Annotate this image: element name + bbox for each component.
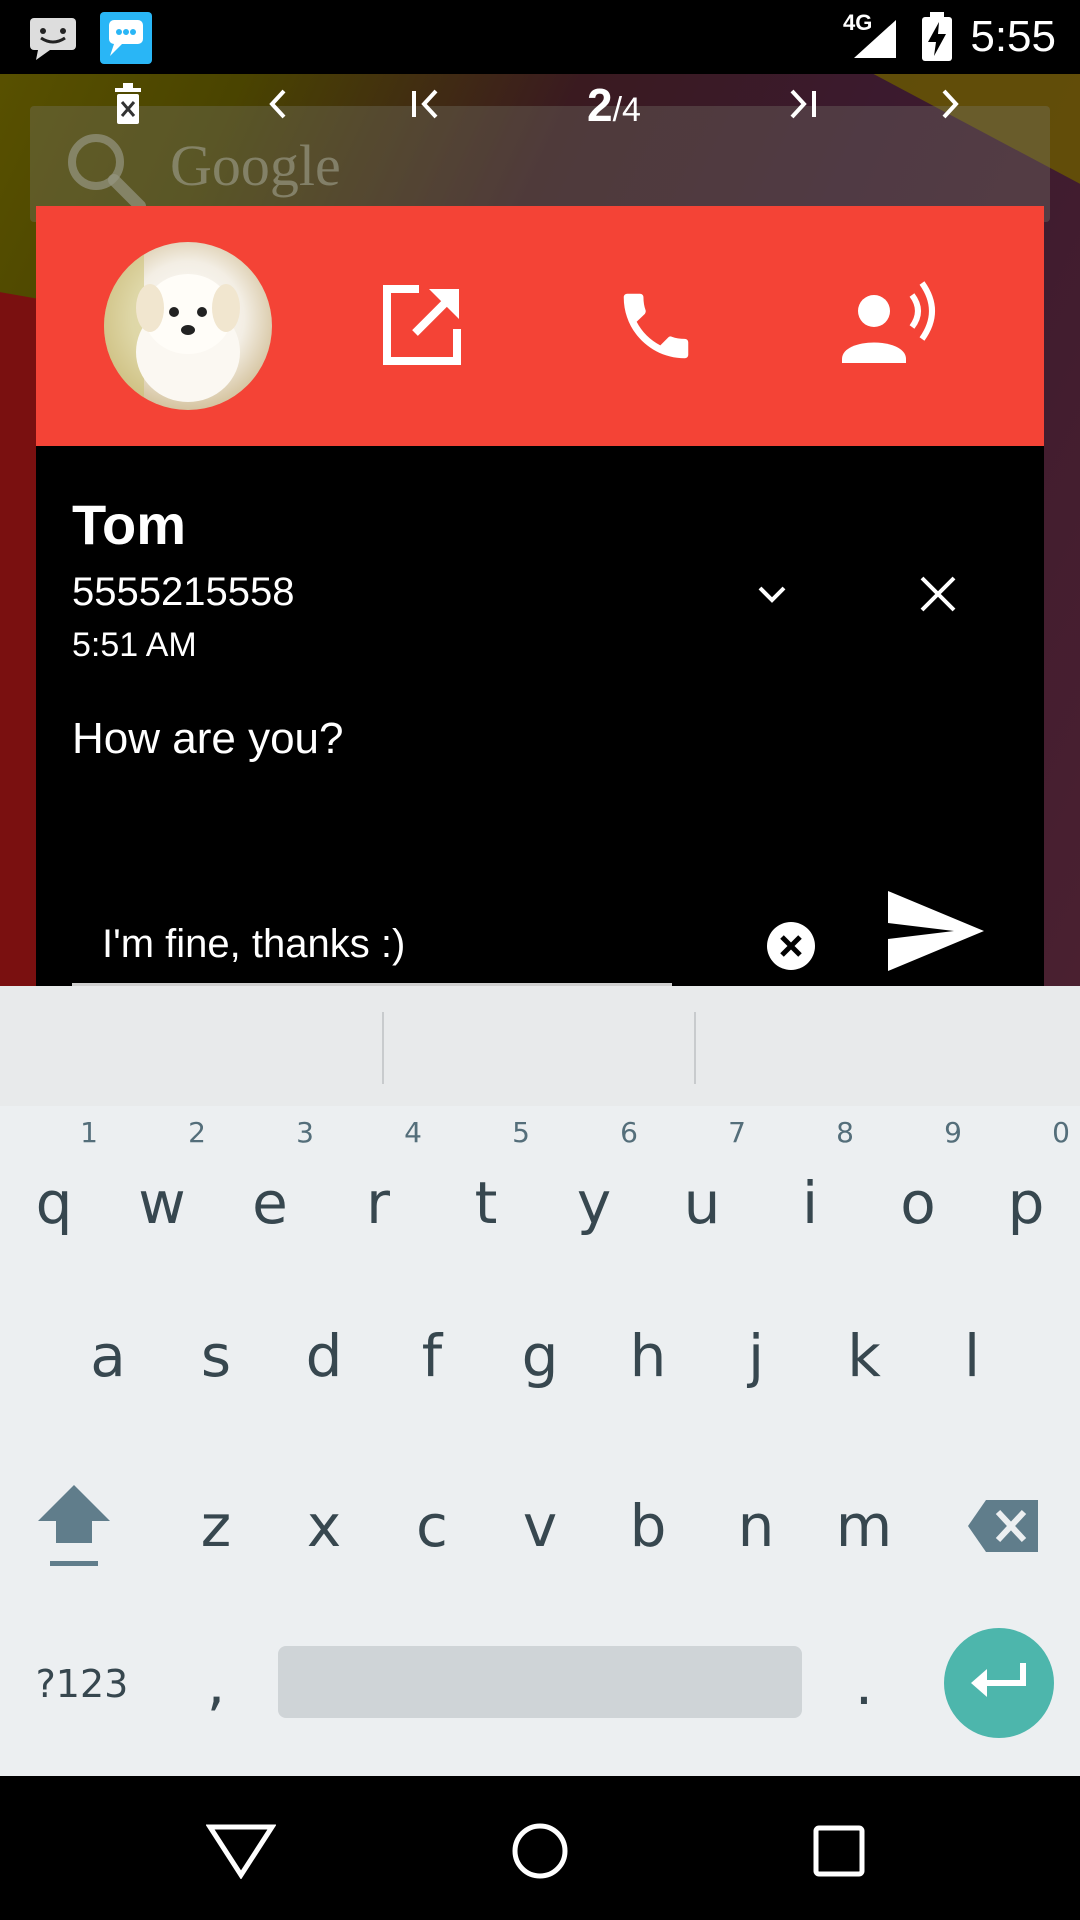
signal-icon [852, 18, 898, 65]
key-p[interactable]: 0p [972, 1106, 1080, 1266]
clear-input-icon[interactable] [726, 896, 856, 996]
reply-input-value: I'm fine, thanks :) [102, 922, 406, 966]
key-m[interactable]: m [810, 1446, 918, 1606]
popup-card-header [36, 206, 1044, 446]
keyboard-row-1: 1q 2w 3e 4r 5t 6y 7u 8i 9o 0p [0, 1106, 1080, 1266]
suggestion-strip [0, 986, 1080, 1106]
battery-charging-icon [920, 12, 954, 67]
page-counter: 2/4 [554, 78, 674, 132]
key-e[interactable]: 3e [216, 1106, 324, 1266]
key-o[interactable]: 9o [864, 1106, 972, 1266]
first-icon[interactable] [386, 76, 466, 132]
soft-keyboard: 1q 2w 3e 4r 5t 6y 7u 8i 9o 0p a s d f g … [0, 986, 1080, 1776]
key-g[interactable]: g [486, 1276, 594, 1436]
enter-icon [969, 1661, 1029, 1706]
popup-card-body: Tom 5555215558 5:51 AM How are you? I'm … [36, 446, 1044, 986]
suggestion-divider [694, 1012, 696, 1084]
key-a[interactable]: a [54, 1276, 162, 1436]
key-u[interactable]: 7u [648, 1106, 756, 1266]
key-i[interactable]: 8i [756, 1106, 864, 1266]
key-l[interactable]: l [918, 1276, 1026, 1436]
key-v[interactable]: v [486, 1446, 594, 1606]
send-icon[interactable] [866, 876, 1006, 986]
message-pager: 2/4 [0, 76, 1080, 132]
open-external-icon[interactable] [332, 236, 512, 416]
period-key[interactable]: . [810, 1604, 918, 1764]
delete-icon[interactable] [88, 76, 168, 132]
navigation-bar [0, 1776, 1080, 1920]
back-icon[interactable] [196, 1806, 286, 1896]
speak-icon[interactable] [800, 236, 980, 416]
symbols-key[interactable]: ?123 [22, 1604, 142, 1764]
google-widget-label: Google [170, 133, 341, 198]
message-time: 5:51 AM [72, 626, 197, 664]
call-icon[interactable] [566, 236, 746, 416]
key-w[interactable]: 2w [108, 1106, 216, 1266]
key-f[interactable]: f [378, 1276, 486, 1436]
key-r[interactable]: 4r [324, 1106, 432, 1266]
clock: 5:55 [970, 12, 1056, 61]
key-h[interactable]: h [594, 1276, 702, 1436]
comma-key[interactable]: , [162, 1604, 270, 1764]
key-b[interactable]: b [594, 1446, 702, 1606]
sender-number: 5555215558 [72, 570, 295, 614]
suggestion-divider [382, 1012, 384, 1084]
recents-icon[interactable] [794, 1806, 884, 1896]
last-icon[interactable] [762, 76, 842, 132]
key-x[interactable]: x [270, 1446, 378, 1606]
spacebar[interactable] [278, 1646, 802, 1718]
key-y[interactable]: 6y [540, 1106, 648, 1266]
messenger-notification-icon [100, 12, 152, 69]
key-t[interactable]: 5t [432, 1106, 540, 1266]
avatar [104, 242, 272, 410]
page-total: /4 [612, 91, 641, 129]
key-q[interactable]: 1q [0, 1106, 108, 1266]
enter-key[interactable] [944, 1628, 1054, 1738]
shift-icon[interactable] [20, 1446, 128, 1606]
key-z[interactable]: z [162, 1446, 270, 1606]
key-n[interactable]: n [702, 1446, 810, 1606]
keyboard-row-3: z x c v b n m [0, 1446, 1080, 1606]
home-icon[interactable] [495, 1806, 585, 1896]
status-bar: 4G 5:55 [0, 0, 1080, 74]
sms-notification-icon [28, 16, 78, 67]
next-icon[interactable] [910, 76, 990, 132]
backspace-icon[interactable] [950, 1446, 1058, 1606]
close-icon[interactable] [888, 546, 988, 642]
key-k[interactable]: k [810, 1276, 918, 1436]
message-text: How are you? [72, 714, 344, 763]
key-s[interactable]: s [162, 1276, 270, 1436]
key-c[interactable]: c [378, 1446, 486, 1606]
previous-icon[interactable] [238, 76, 318, 132]
page-current: 2 [587, 79, 613, 131]
keyboard-row-2: a s d f g h j k l [0, 1276, 1080, 1436]
key-j[interactable]: j [702, 1276, 810, 1436]
chevron-down-icon[interactable] [722, 556, 822, 632]
sender-name: Tom [72, 493, 187, 556]
key-d[interactable]: d [270, 1276, 378, 1436]
contact-avatar-button[interactable] [98, 236, 278, 416]
reply-input[interactable]: I'm fine, thanks :) [72, 886, 672, 986]
